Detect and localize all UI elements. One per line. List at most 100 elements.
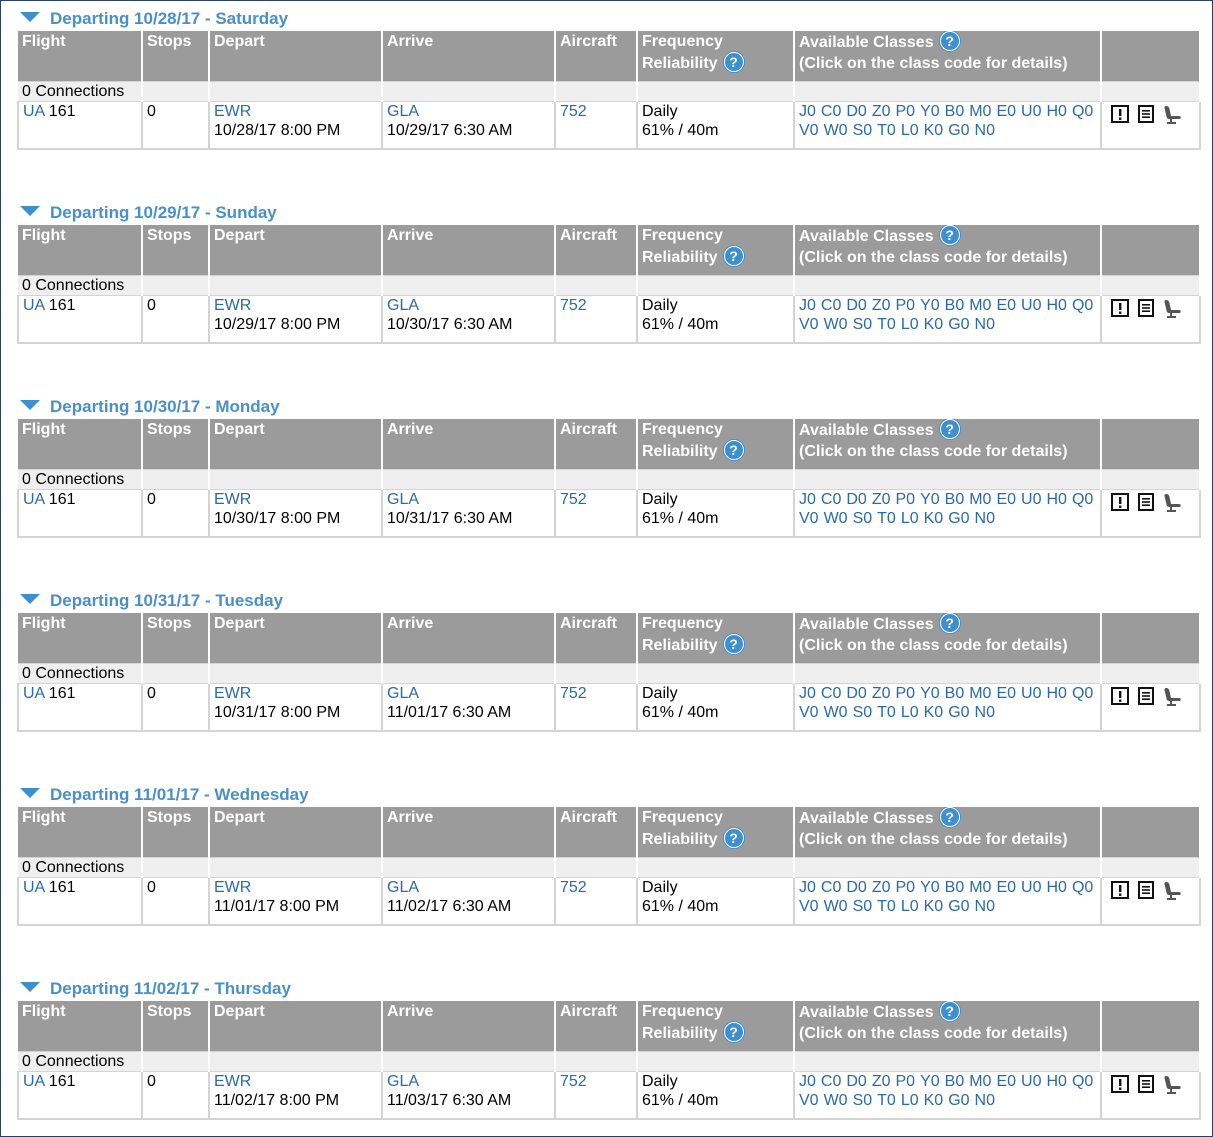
list-document-icon[interactable] — [1136, 1074, 1156, 1094]
class-code-link[interactable]: L0 — [901, 122, 919, 139]
class-code-link[interactable]: Z0 — [872, 103, 891, 120]
class-code-link[interactable]: L0 — [901, 704, 919, 721]
class-code-link[interactable]: J0 — [799, 879, 816, 896]
class-code-link[interactable]: P0 — [895, 491, 915, 508]
arrive-airport-link[interactable]: GLA — [387, 684, 553, 703]
class-code-link[interactable]: K0 — [924, 704, 944, 721]
class-code-link[interactable]: Z0 — [872, 297, 891, 314]
class-code-link[interactable]: L0 — [901, 316, 919, 333]
collapse-caret-icon[interactable] — [20, 982, 40, 992]
day-toggle-header[interactable]: Departing 10/29/17 - Sunday — [17, 202, 1201, 225]
depart-airport-link[interactable]: EWR — [214, 490, 380, 509]
class-code-link[interactable]: E0 — [996, 1073, 1016, 1090]
class-code-link[interactable]: V0 — [799, 316, 819, 333]
aircraft-link[interactable]: 752 — [560, 103, 587, 120]
exclamation-icon[interactable] — [1110, 492, 1130, 512]
class-code-link[interactable]: Z0 — [872, 685, 891, 702]
class-code-link[interactable]: D0 — [846, 297, 866, 314]
day-toggle-header[interactable]: Departing 11/01/17 - Wednesday — [17, 784, 1201, 807]
class-code-link[interactable]: D0 — [846, 491, 866, 508]
collapse-caret-icon[interactable] — [20, 594, 40, 604]
day-toggle-header[interactable]: Departing 11/02/17 - Thursday — [17, 978, 1201, 1001]
class-code-link[interactable]: Q0 — [1072, 103, 1093, 120]
airline-link[interactable]: UA — [23, 685, 44, 702]
class-code-link[interactable]: V0 — [799, 898, 819, 915]
exclamation-icon[interactable] — [1110, 880, 1130, 900]
class-code-link[interactable]: U0 — [1021, 103, 1041, 120]
class-code-link[interactable]: J0 — [799, 491, 816, 508]
help-icon[interactable]: ? — [939, 419, 960, 439]
exclamation-icon[interactable] — [1110, 1074, 1130, 1094]
class-code-link[interactable]: C0 — [821, 1073, 841, 1090]
class-code-link[interactable]: S0 — [853, 510, 873, 527]
class-code-link[interactable]: P0 — [895, 685, 915, 702]
class-code-link[interactable]: V0 — [799, 704, 819, 721]
class-code-link[interactable]: B0 — [945, 297, 965, 314]
class-code-link[interactable]: P0 — [895, 1073, 915, 1090]
airline-link[interactable]: UA — [23, 491, 44, 508]
class-code-link[interactable]: N0 — [975, 316, 995, 333]
class-code-link[interactable]: M0 — [969, 1073, 991, 1090]
depart-airport-link[interactable]: EWR — [214, 684, 380, 703]
airline-link[interactable]: UA — [23, 297, 44, 314]
class-code-link[interactable]: Q0 — [1072, 879, 1093, 896]
class-code-link[interactable]: J0 — [799, 685, 816, 702]
class-code-link[interactable]: Y0 — [920, 297, 940, 314]
class-code-link[interactable]: H0 — [1046, 879, 1066, 896]
seat-icon[interactable] — [1162, 686, 1182, 706]
class-code-link[interactable]: G0 — [948, 316, 969, 333]
airline-link[interactable]: UA — [23, 103, 44, 120]
class-code-link[interactable]: U0 — [1021, 297, 1041, 314]
class-code-link[interactable]: L0 — [901, 1092, 919, 1109]
aircraft-link[interactable]: 752 — [560, 685, 587, 702]
class-code-link[interactable]: G0 — [948, 1092, 969, 1109]
class-code-link[interactable]: G0 — [948, 122, 969, 139]
class-code-link[interactable]: N0 — [975, 1092, 995, 1109]
class-code-link[interactable]: U0 — [1021, 685, 1041, 702]
class-code-link[interactable]: D0 — [846, 103, 866, 120]
help-icon[interactable]: ? — [939, 1001, 960, 1021]
list-document-icon[interactable] — [1136, 686, 1156, 706]
class-code-link[interactable]: M0 — [969, 297, 991, 314]
class-code-link[interactable]: S0 — [853, 316, 873, 333]
class-code-link[interactable]: J0 — [799, 1073, 816, 1090]
class-code-link[interactable]: Y0 — [920, 103, 940, 120]
help-icon[interactable]: ? — [723, 246, 744, 266]
class-code-link[interactable]: B0 — [945, 491, 965, 508]
class-code-link[interactable]: M0 — [969, 491, 991, 508]
list-document-icon[interactable] — [1136, 880, 1156, 900]
class-code-link[interactable]: V0 — [799, 510, 819, 527]
class-code-link[interactable]: H0 — [1046, 491, 1066, 508]
help-icon[interactable]: ? — [939, 613, 960, 633]
seat-icon[interactable] — [1162, 104, 1182, 124]
class-code-link[interactable]: D0 — [846, 879, 866, 896]
class-code-link[interactable]: W0 — [824, 898, 848, 915]
collapse-caret-icon[interactable] — [20, 12, 40, 22]
class-code-link[interactable]: P0 — [895, 879, 915, 896]
class-code-link[interactable]: M0 — [969, 103, 991, 120]
class-code-link[interactable]: U0 — [1021, 879, 1041, 896]
class-code-link[interactable]: Q0 — [1072, 685, 1093, 702]
help-icon[interactable]: ? — [939, 225, 960, 245]
help-icon[interactable]: ? — [723, 52, 744, 72]
class-code-link[interactable]: H0 — [1046, 1073, 1066, 1090]
class-code-link[interactable]: N0 — [975, 898, 995, 915]
class-code-link[interactable]: L0 — [901, 898, 919, 915]
seat-icon[interactable] — [1162, 880, 1182, 900]
list-document-icon[interactable] — [1136, 298, 1156, 318]
class-code-link[interactable]: P0 — [895, 297, 915, 314]
class-code-link[interactable]: K0 — [924, 510, 944, 527]
exclamation-icon[interactable] — [1110, 686, 1130, 706]
class-code-link[interactable]: J0 — [799, 297, 816, 314]
class-code-link[interactable]: W0 — [824, 316, 848, 333]
class-code-link[interactable]: K0 — [924, 1092, 944, 1109]
class-code-link[interactable]: T0 — [877, 898, 896, 915]
day-toggle-header[interactable]: Departing 10/28/17 - Saturday — [17, 8, 1201, 31]
seat-icon[interactable] — [1162, 298, 1182, 318]
class-code-link[interactable]: Y0 — [920, 685, 940, 702]
airline-link[interactable]: UA — [23, 879, 44, 896]
class-code-link[interactable]: Y0 — [920, 491, 940, 508]
class-code-link[interactable]: H0 — [1046, 297, 1066, 314]
class-code-link[interactable]: P0 — [895, 103, 915, 120]
class-code-link[interactable]: D0 — [846, 1073, 866, 1090]
